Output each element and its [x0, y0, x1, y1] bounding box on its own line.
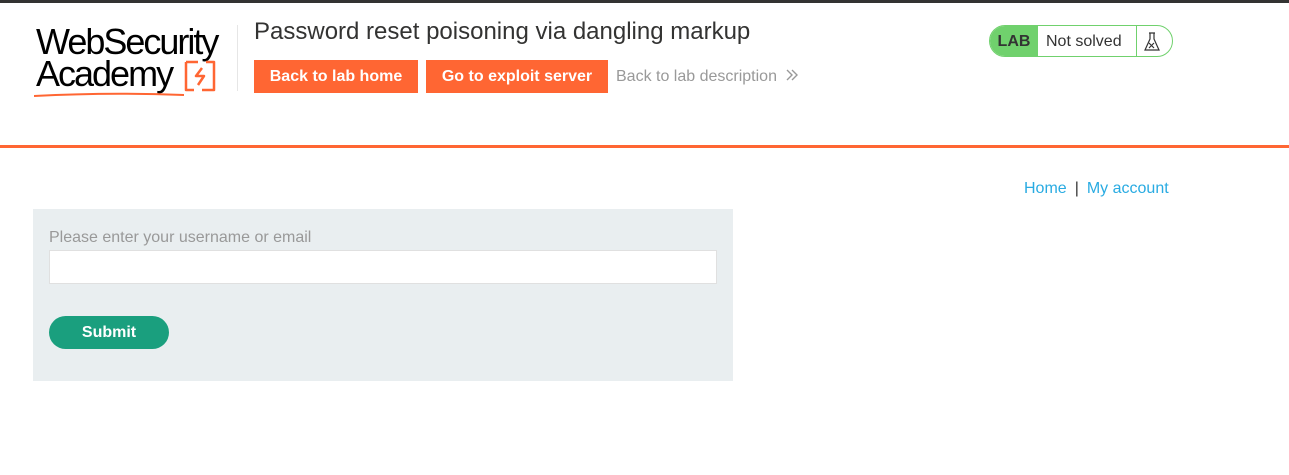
header-rule — [0, 145, 1289, 148]
account-nav: Home | My account — [1024, 180, 1169, 198]
submit-button[interactable]: Submit — [49, 316, 169, 349]
back-to-lab-description-link[interactable]: Back to lab description — [616, 68, 777, 86]
my-account-link[interactable]: My account — [1087, 180, 1169, 197]
status-divider — [1136, 26, 1137, 56]
username-email-label: Please enter your username or email — [49, 229, 312, 246]
forgot-password-form: Please enter your username or email Subm… — [33, 209, 733, 381]
header-divider — [237, 25, 238, 91]
go-to-exploit-server-button[interactable]: Go to exploit server — [426, 60, 608, 93]
logo-text-line2: Academy — [36, 53, 174, 94]
lab-tag: LAB — [990, 26, 1038, 56]
flask-icon — [1144, 32, 1160, 51]
lab-status-widget: LAB Not solved — [989, 25, 1173, 57]
academy-logo[interactable]: WebSecurity Academy — [34, 22, 234, 98]
lab-title: Password reset poisoning via dangling ma… — [254, 18, 751, 45]
lab-status-text: Not solved — [1046, 33, 1122, 50]
home-link[interactable]: Home — [1024, 180, 1067, 197]
logo-mark-icon — [184, 60, 216, 92]
double-chevron-right-icon[interactable] — [785, 67, 799, 83]
back-to-lab-home-button[interactable]: Back to lab home — [254, 60, 418, 93]
username-email-input[interactable] — [49, 250, 717, 284]
logo-underline-icon — [34, 92, 184, 97]
nav-separator: | — [1074, 180, 1079, 197]
lab-header: WebSecurity Academy Password reset poiso… — [0, 3, 1289, 145]
